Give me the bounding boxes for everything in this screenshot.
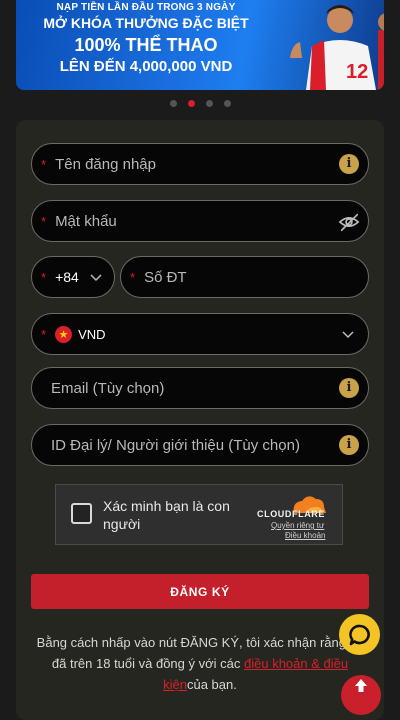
banner-line-2: MỞ KHÓA THƯỞNG ĐẶC BIỆT [43,15,249,31]
captcha-label: Xác minh bạn là con người [103,498,230,532]
cloudflare-captcha: Xác minh bạn là con người CLOUDFLARE Quy… [55,484,343,545]
terms-text: Bằng cách nhấp vào nút ĐĂNG KÝ, tôi xác … [30,632,370,695]
scroll-top-button[interactable] [341,675,381,715]
required-mark: * [41,213,47,229]
carousel-dot-3[interactable] [205,100,213,107]
banner-line-3: 100% THỂ THAO [74,35,218,55]
banner-line-4: LÊN ĐẾN 4,000,000 VND [59,58,233,75]
carousel-dot-1[interactable] [169,100,177,107]
country-code-select[interactable]: * +84 [31,256,115,298]
vietnam-flag-icon: ★ [55,325,73,343]
phone-field[interactable]: * Số ĐT [120,256,369,298]
info-icon[interactable]: i [339,154,359,174]
info-icon[interactable]: i [339,378,359,398]
chat-button[interactable] [339,614,380,655]
required-mark: * [41,269,47,285]
carousel-dot-4[interactable] [223,100,231,107]
captcha-checkbox[interactable] [71,503,92,524]
email-placeholder: Email (Tùy chọn) [51,379,165,397]
currency-value: VND [78,326,106,342]
chevron-down-icon [342,331,354,339]
required-mark: * [130,269,136,285]
terms-after: của bạn. [186,677,237,692]
password-field[interactable]: * Mật khẩu [31,200,369,242]
banner-line-1: NẠP TIỀN LẦN ĐẦU TRONG 3 NGÀY [56,2,236,13]
password-placeholder: Mật khẩu [55,212,117,230]
chevron-down-icon [90,274,102,282]
required-mark: * [41,326,47,342]
country-code-value: +84 [55,269,79,285]
currency-select[interactable]: * ★ VND [31,313,369,355]
promo-banner[interactable]: NẠP TIỀN LẦN ĐẦU TRONG 3 NGÀY MỞ KHÓA TH… [16,0,384,90]
email-field[interactable]: Email (Tùy chọn) i [31,367,369,409]
arrow-up-icon [355,679,367,692]
captcha-brand: CLOUDFLARE [257,509,325,519]
info-icon[interactable]: i [339,435,359,455]
username-placeholder: Tên đăng nhập [55,155,156,173]
jersey-number: 12 [346,61,368,83]
phone-placeholder: Số ĐT [144,268,187,286]
chat-icon [348,624,370,645]
carousel-indicator [0,100,400,107]
register-button[interactable]: ĐĂNG KÝ [31,574,369,609]
captcha-terms-link[interactable]: Điều khoản [285,531,325,540]
username-field[interactable]: * Tên đăng nhập i [31,143,369,185]
captcha-privacy-link[interactable]: Quyền riêng tư [271,521,324,530]
eye-off-icon[interactable] [338,211,360,233]
referral-field[interactable]: ID Đại lý/ Người giới thiệu (Tùy chọn) i [31,424,369,466]
player-illustration: 12 [290,5,384,90]
required-mark: * [41,156,47,172]
carousel-dot-2[interactable] [187,100,195,107]
referral-placeholder: ID Đại lý/ Người giới thiệu (Tùy chọn) [51,436,300,454]
